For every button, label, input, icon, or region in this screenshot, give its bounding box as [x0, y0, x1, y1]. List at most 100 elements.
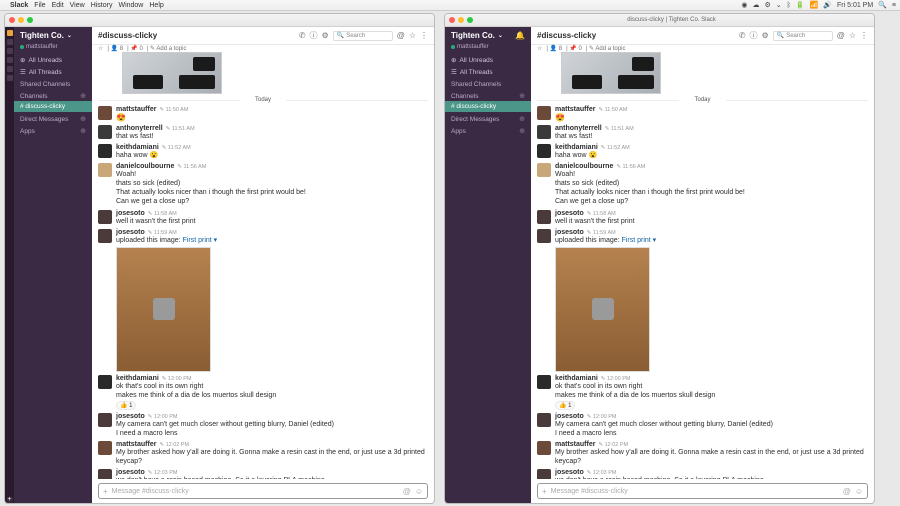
search-input[interactable]: 🔍Search [333, 31, 393, 41]
sidebar-channels-header[interactable]: Channels⊕ [445, 89, 531, 101]
avatar[interactable] [98, 469, 112, 479]
status-icon[interactable]: ⚙ [764, 1, 770, 9]
star-icon[interactable]: ☆ [98, 45, 103, 52]
attach-icon[interactable]: + [542, 487, 547, 496]
user-status[interactable]: mattstauffer [14, 44, 92, 54]
author-name[interactable]: mattstauffer [116, 106, 156, 113]
sidebar-shared-channels[interactable]: Shared Channels [14, 78, 92, 89]
workspace-name[interactable]: Tighten Co.⌄ [14, 27, 92, 44]
image-attachment[interactable] [561, 52, 661, 94]
timestamp[interactable]: ✎ 12:00 PM [601, 376, 631, 382]
timestamp[interactable]: ✎ 11:58 AM [148, 211, 177, 217]
add-channel-icon[interactable]: ⊕ [80, 92, 86, 100]
sidebar-all-unreads[interactable]: ⊕ All Unreads [445, 54, 531, 66]
zoom-icon[interactable] [27, 17, 33, 23]
workspace-tile[interactable] [7, 30, 13, 36]
menu-view[interactable]: View [70, 2, 85, 9]
minimize-icon[interactable] [18, 17, 24, 23]
image-attachment[interactable] [555, 247, 650, 372]
timestamp[interactable]: ✎ 11:58 AM [587, 211, 616, 217]
star-icon[interactable]: ☆ [409, 31, 416, 40]
zoom-icon[interactable] [467, 17, 473, 23]
author-name[interactable]: keithdamiani [555, 375, 598, 382]
user-status[interactable]: mattstauffer [445, 44, 531, 54]
sidebar-dm-header[interactable]: Direct Messages⊕ [14, 112, 92, 124]
timestamp[interactable]: ✎ 12:00 PM [162, 376, 192, 382]
timestamp[interactable]: ✎ 11:56 AM [177, 164, 206, 170]
author-name[interactable]: mattstauffer [116, 441, 156, 448]
attachment-link[interactable]: First print ▾ [622, 237, 657, 244]
gear-icon[interactable]: ⚙ [762, 31, 769, 40]
channel-name[interactable]: #discuss-clicky [98, 31, 157, 40]
image-attachment[interactable] [122, 52, 222, 94]
attach-icon[interactable]: + [103, 487, 108, 496]
info-icon[interactable]: ⓘ [750, 30, 758, 41]
avatar[interactable] [537, 375, 551, 389]
sidebar-all-unreads[interactable]: ⊕ All Unreads [14, 54, 92, 66]
info-icon[interactable]: ⓘ [310, 30, 318, 41]
attachment-link[interactable]: First print ▾ [183, 237, 218, 244]
mentions-icon[interactable]: @ [837, 31, 845, 40]
add-dm-icon[interactable]: ⊕ [80, 115, 86, 123]
add-workspace-icon[interactable]: + [7, 497, 13, 503]
channel-name[interactable]: #discuss-clicky [537, 31, 596, 40]
bell-icon[interactable]: 🔔 [515, 31, 525, 40]
image-attachment[interactable] [116, 247, 211, 372]
gear-icon[interactable]: ⚙ [322, 31, 329, 40]
menu-help[interactable]: Help [149, 2, 163, 9]
author-name[interactable]: josesoto [555, 413, 584, 420]
author-name[interactable]: josesoto [555, 469, 584, 476]
wifi-icon[interactable]: ⌄ [776, 1, 782, 9]
status-icon[interactable]: ◉ [741, 1, 747, 9]
notif-icon[interactable]: ≡ [892, 2, 896, 9]
avatar[interactable] [537, 106, 551, 120]
volume-icon[interactable]: 🔊 [823, 1, 832, 9]
timestamp[interactable]: ✎ 11:50 AM [598, 107, 627, 113]
wifi-icon[interactable]: 📶 [810, 1, 819, 9]
emoji-icon[interactable]: ☺ [855, 487, 863, 496]
close-icon[interactable] [9, 17, 15, 23]
author-name[interactable]: josesoto [116, 210, 145, 217]
author-name[interactable]: keithdamiani [555, 144, 598, 151]
author-name[interactable]: danielcoulbourne [555, 163, 613, 170]
sidebar-all-threads[interactable]: ☰ All Threads [445, 66, 531, 78]
timestamp[interactable]: ✎ 11:59 AM [587, 230, 616, 236]
search-input[interactable]: 🔍Search [773, 31, 833, 41]
author-name[interactable]: josesoto [555, 210, 584, 217]
mentions-icon[interactable]: @ [397, 31, 405, 40]
avatar[interactable] [98, 375, 112, 389]
message-composer[interactable]: + Message #discuss-clicky @ ☺ [537, 483, 868, 499]
add-app-icon[interactable]: ⊕ [80, 127, 86, 135]
clock[interactable]: Fri 5:01 PM [837, 2, 873, 9]
sidebar-channels-header[interactable]: Channels⊕ [14, 89, 92, 101]
menu-file[interactable]: File [34, 2, 45, 9]
sidebar-all-threads[interactable]: ☰ All Threads [14, 66, 92, 78]
workspace-tile[interactable] [7, 48, 13, 54]
author-name[interactable]: mattstauffer [555, 441, 595, 448]
more-icon[interactable]: ⋮ [420, 31, 428, 40]
emoji-icon[interactable]: ☺ [415, 487, 423, 496]
reaction-badge[interactable]: 👍 1 [116, 401, 136, 410]
avatar[interactable] [537, 125, 551, 139]
avatar[interactable] [537, 229, 551, 243]
avatar[interactable] [537, 163, 551, 177]
workspace-tile[interactable] [7, 57, 13, 63]
author-name[interactable]: josesoto [116, 229, 145, 236]
mention-icon[interactable]: @ [403, 487, 411, 496]
avatar[interactable] [537, 144, 551, 158]
workspace-tile[interactable] [7, 75, 13, 81]
sidebar-apps-header[interactable]: Apps⊕ [445, 124, 531, 136]
sidebar-dm-header[interactable]: Direct Messages⊕ [445, 112, 531, 124]
avatar[interactable] [537, 210, 551, 224]
bluetooth-icon[interactable]: ᛒ [787, 2, 791, 9]
timestamp[interactable]: ✎ 11:52 AM [162, 145, 191, 151]
avatar[interactable] [98, 441, 112, 455]
timestamp[interactable]: ✎ 11:51 AM [166, 126, 195, 132]
timestamp[interactable]: ✎ 11:50 AM [159, 107, 188, 113]
more-icon[interactable]: ⋮ [860, 31, 868, 40]
avatar[interactable] [537, 469, 551, 479]
timestamp[interactable]: ✎ 11:56 AM [616, 164, 645, 170]
add-app-icon[interactable]: ⊕ [519, 127, 525, 135]
workspace-tile[interactable] [7, 66, 13, 72]
phone-icon[interactable]: ✆ [739, 31, 746, 40]
